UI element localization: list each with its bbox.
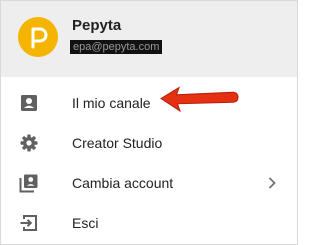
account-box-icon [21, 95, 37, 111]
menu-item-label: Creator Studio [72, 135, 163, 151]
menu-item-creator-studio[interactable]: Creator Studio [1, 123, 297, 163]
menu-item-switch-account[interactable]: Cambia account [1, 163, 297, 203]
menu-item-label: Il mio canale [72, 95, 151, 111]
red-arrow-icon [160, 86, 239, 113]
p-letter-icon [31, 27, 48, 49]
gear-icon [20, 134, 38, 152]
menu-item-my-channel[interactable]: Il mio canale [1, 83, 297, 123]
menu-item-label: Cambia account [72, 175, 174, 191]
account-name: Pepyta [72, 17, 122, 34]
menu-item-sign-out[interactable]: Esci [1, 203, 297, 243]
chevron-right-icon [268, 177, 276, 189]
menu-item-label: Esci [72, 215, 99, 231]
switch-account-icon [19, 174, 38, 193]
account-header: Pepyta epa@pepyta.com [1, 1, 297, 77]
exit-icon [20, 215, 37, 231]
avatar[interactable] [18, 17, 58, 57]
account-email: epa@pepyta.com [70, 40, 163, 54]
